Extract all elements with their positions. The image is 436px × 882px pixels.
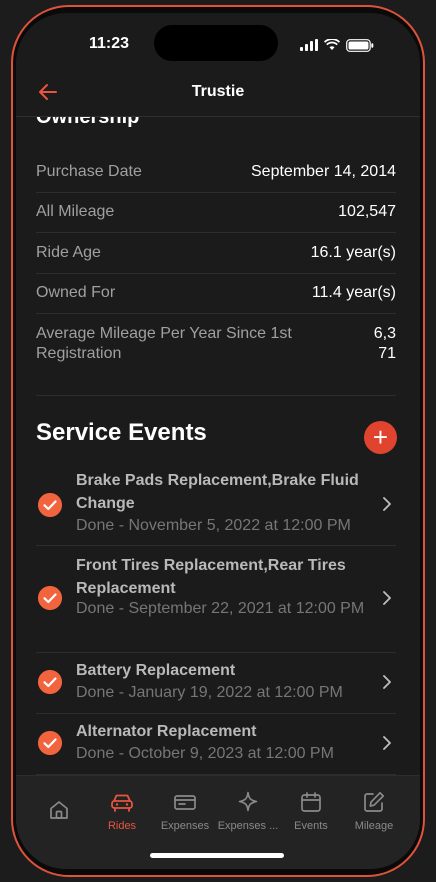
status-time: 11:23 bbox=[88, 35, 130, 52]
scroll-content[interactable]: Ownership Purchase Date September 14, 20… bbox=[16, 117, 420, 775]
event-title: Front Tires Replacement,Rear Tires Repla… bbox=[76, 557, 346, 597]
info-label: Owned For bbox=[36, 284, 116, 301]
info-value: 11.4 year(s) bbox=[311, 284, 396, 301]
row-divider bbox=[36, 192, 396, 193]
event-status: Done - October 9, 2023 at 12:00 PM bbox=[76, 745, 334, 762]
chevron-right-icon bbox=[383, 736, 391, 750]
info-label: All Mileage bbox=[36, 203, 115, 220]
ownership-heading: Ownership bbox=[36, 117, 140, 128]
service-event-item[interactable]: Battery Replacement Done - January 19, 2… bbox=[36, 653, 396, 712]
event-title: Alternator Replacement bbox=[76, 723, 257, 740]
tab-label: Rides bbox=[107, 820, 137, 832]
tab-label: Mileage bbox=[354, 820, 394, 832]
car-icon bbox=[111, 794, 133, 812]
edit-pencil-icon bbox=[364, 791, 385, 812]
event-status: Done - September 22, 2021 at 12:00 PM bbox=[76, 600, 365, 617]
checkmark-icon bbox=[38, 670, 62, 694]
event-status: Done - January 19, 2022 at 12:00 PM bbox=[76, 684, 343, 701]
event-title: Battery Replacement bbox=[76, 662, 236, 679]
info-value: September 14, 2014 bbox=[251, 163, 396, 180]
tab-mileage[interactable]: Mileage bbox=[341, 790, 407, 840]
sparkle-icon bbox=[238, 791, 258, 812]
checkmark-icon bbox=[38, 731, 62, 755]
checkmark-icon bbox=[38, 493, 62, 517]
tab-expenses-ai[interactable]: Expenses ... bbox=[215, 790, 281, 840]
section-divider bbox=[36, 395, 396, 396]
checkmark-icon bbox=[38, 586, 62, 610]
tab-expenses[interactable]: Expenses bbox=[152, 790, 218, 840]
tab-home[interactable] bbox=[26, 790, 92, 840]
chevron-right-icon bbox=[383, 591, 391, 605]
receipt-card-icon bbox=[174, 795, 196, 810]
info-row-purchase-date: Purchase Date September 14, 2014 bbox=[36, 163, 396, 181]
info-row-all-mileage: All Mileage 102,547 bbox=[36, 203, 396, 221]
info-value: 6,371 bbox=[373, 325, 396, 362]
chevron-right-icon bbox=[383, 675, 391, 689]
service-event-item[interactable]: Alternator Replacement Done - October 9,… bbox=[36, 714, 396, 774]
home-indicator bbox=[150, 853, 284, 858]
chevron-right-icon bbox=[383, 497, 391, 511]
info-label: Purchase Date bbox=[36, 163, 142, 180]
event-title: Brake Pads Replacement,Brake Fluid Chang… bbox=[76, 472, 359, 512]
info-value: 16.1 year(s) bbox=[310, 244, 396, 261]
service-event-item[interactable]: Brake Pads Replacement,Brake Fluid Chang… bbox=[36, 467, 396, 545]
row-divider bbox=[36, 232, 396, 233]
info-row-owned-for: Owned For 11.4 year(s) bbox=[36, 284, 396, 302]
tab-events[interactable]: Events bbox=[278, 790, 344, 840]
battery-icon bbox=[346, 38, 374, 52]
event-status: Done - November 5, 2022 at 12:00 PM bbox=[76, 517, 351, 534]
add-service-event-button[interactable]: + bbox=[364, 421, 397, 454]
plus-icon: + bbox=[372, 422, 389, 452]
tab-label: Events bbox=[294, 820, 328, 832]
row-divider bbox=[36, 313, 396, 314]
service-event-item[interactable]: Front Tires Replacement,Rear Tires Repla… bbox=[36, 546, 396, 652]
tab-label: Expenses ... bbox=[217, 820, 279, 832]
tab-label: Expenses bbox=[160, 820, 210, 832]
calendar-icon bbox=[301, 792, 321, 812]
info-row-ride-age: Ride Age 16.1 year(s) bbox=[36, 244, 396, 262]
tab-rides[interactable]: Rides bbox=[89, 790, 155, 840]
info-value: 102,547 bbox=[338, 203, 396, 220]
dynamic-island bbox=[154, 25, 278, 61]
info-label: Average Mileage Per Year Since 1st Regis… bbox=[36, 325, 292, 362]
row-divider bbox=[36, 273, 396, 274]
info-row-average-mileage: Average Mileage Per Year Since 1st Regis… bbox=[36, 324, 396, 364]
wifi-icon bbox=[324, 39, 340, 50]
screen: 11:23 Trustie Ownership Purchase Date Se… bbox=[16, 13, 420, 869]
page-title: Trustie bbox=[191, 83, 245, 100]
signal-icon bbox=[300, 39, 318, 51]
service-events-title: Service Events bbox=[36, 419, 207, 446]
home-icon bbox=[50, 801, 68, 819]
info-label: Ride Age bbox=[36, 244, 101, 261]
status-icons bbox=[300, 38, 374, 52]
back-arrow-icon[interactable] bbox=[36, 80, 60, 104]
